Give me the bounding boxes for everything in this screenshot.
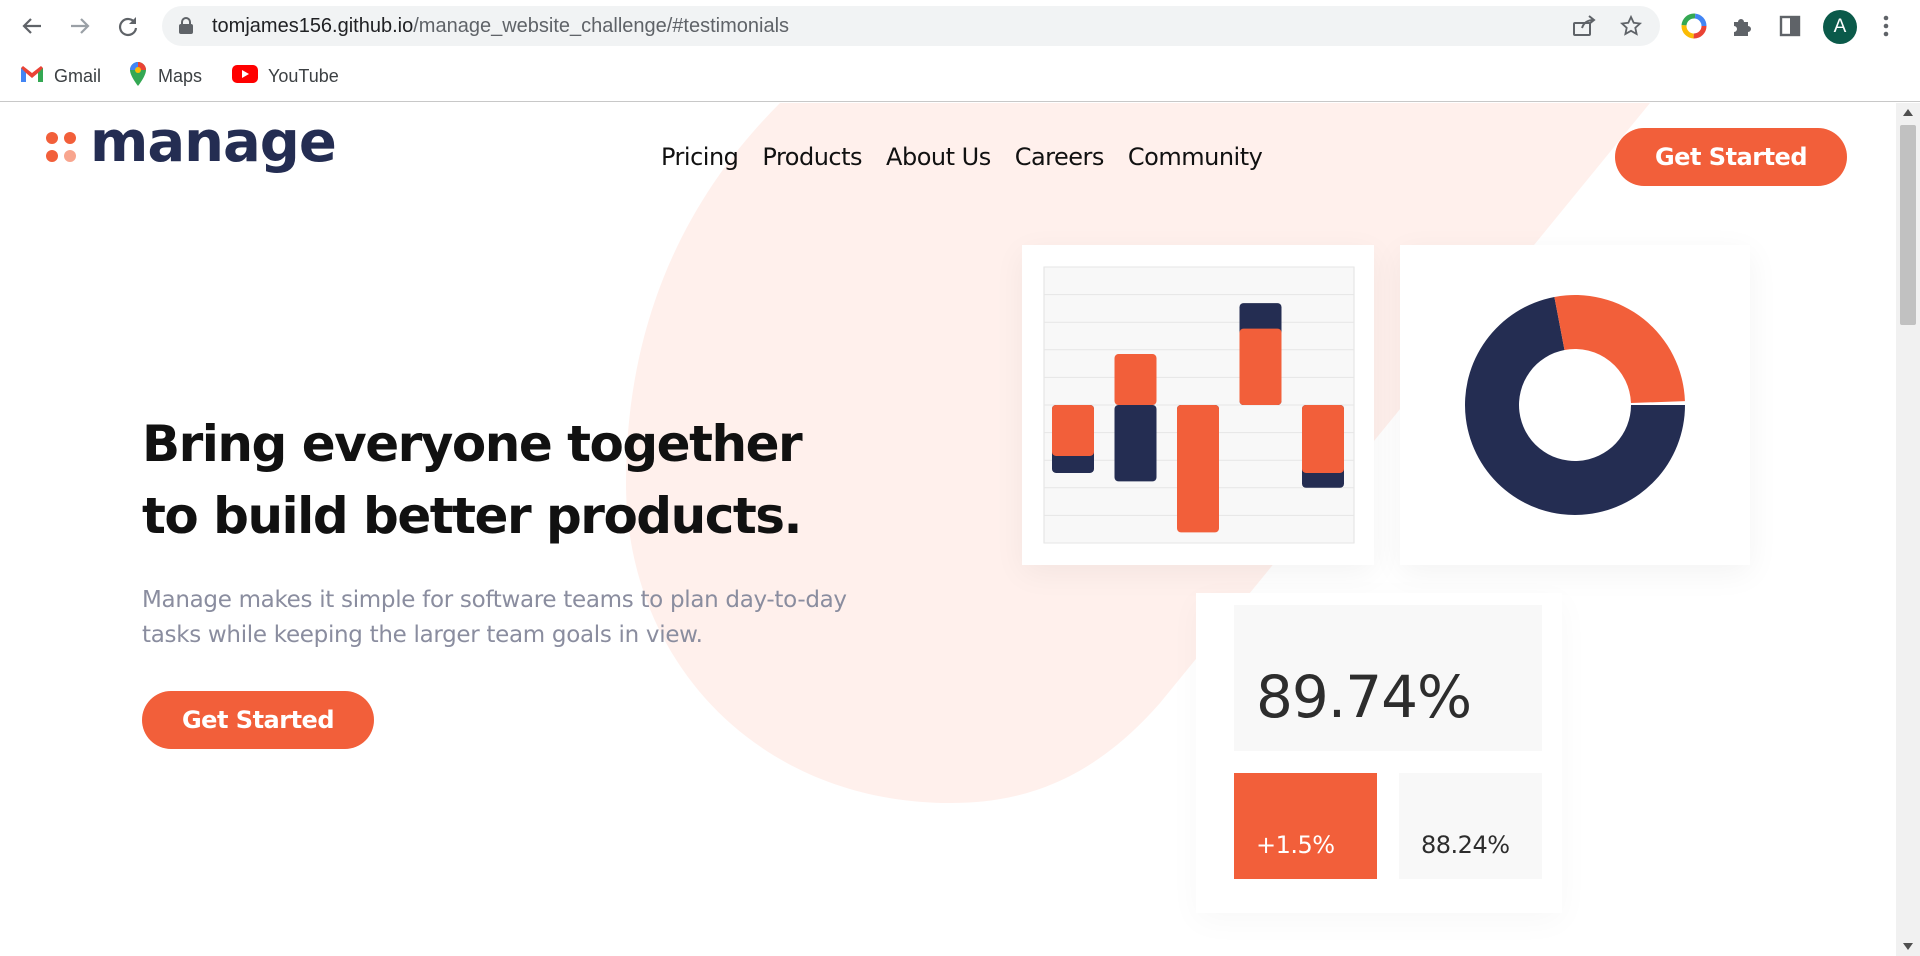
scroll-down-arrow-icon[interactable]: [1903, 943, 1913, 950]
nav-careers[interactable]: Careers: [1015, 143, 1105, 171]
bar-series-2-cat-2: [1114, 354, 1157, 405]
lock-icon[interactable]: [178, 17, 194, 39]
bar-series-2-cat-3: [1177, 405, 1219, 533]
site-nav: Pricing Products About Us Careers Commun…: [661, 143, 1263, 171]
bookmark-label: Maps: [158, 65, 203, 86]
back-icon[interactable]: [18, 12, 46, 40]
url-path: /manage_website_challenge/#testimonials: [413, 15, 790, 37]
nav-products[interactable]: Products: [762, 143, 862, 171]
bookmarks-bar: Gmail Maps YouTube: [0, 52, 1920, 102]
bar-chart: [1043, 266, 1355, 544]
bookmark-label: Gmail: [54, 65, 102, 86]
address-bar[interactable]: tomjames156.github.io/manage_website_cha…: [162, 6, 1660, 46]
secondary-stat-value: 88.24%: [1421, 831, 1510, 859]
bar-chart-card: [1022, 245, 1374, 565]
header-get-started-button[interactable]: Get Started: [1615, 128, 1847, 186]
hero-title: Bring everyone together to build better …: [142, 415, 803, 545]
maps-icon: [128, 61, 148, 92]
donut-slice-2: [1554, 295, 1685, 404]
hero-subtitle: Manage makes it simple for software team…: [142, 587, 847, 648]
reload-icon[interactable]: [114, 12, 142, 40]
nav-about-us[interactable]: About Us: [886, 143, 991, 171]
change-stat-value: +1.5%: [1256, 831, 1335, 859]
page-scrollbar[interactable]: [1896, 103, 1920, 956]
forward-icon[interactable]: [66, 12, 94, 40]
main-stat-box: 89.74%: [1234, 605, 1542, 751]
bookmark-label: YouTube: [268, 65, 339, 86]
nav-community[interactable]: Community: [1128, 143, 1263, 171]
main-stat-value: 89.74%: [1256, 663, 1472, 731]
bookmark-youtube[interactable]: YouTube: [232, 62, 339, 90]
logo-text: manage: [90, 110, 337, 175]
hero-get-started-button[interactable]: Get Started: [142, 691, 374, 749]
url-host: tomjames156.github.io: [212, 15, 414, 37]
profile-avatar[interactable]: A: [1823, 10, 1857, 44]
change-stat-box: +1.5%: [1234, 773, 1377, 879]
side-panel-icon[interactable]: [1776, 12, 1804, 40]
browser-toolbar: tomjames156.github.io/manage_website_cha…: [0, 0, 1920, 52]
secondary-stat-box: 88.24%: [1399, 773, 1542, 879]
nav-pricing[interactable]: Pricing: [661, 143, 739, 171]
gmail-icon: [20, 65, 44, 88]
url-text[interactable]: tomjames156.github.io/manage_website_cha…: [212, 15, 789, 38]
donut-chart: [1465, 295, 1685, 515]
share-icon[interactable]: [1572, 15, 1596, 41]
bar-series-2-cat-1: [1052, 405, 1094, 456]
star-icon[interactable]: [1619, 14, 1643, 41]
bar-series-1-cat-2: [1114, 405, 1157, 482]
page-viewport: manage Pricing Products About Us Careers…: [0, 103, 1896, 956]
bookmark-maps[interactable]: Maps: [128, 61, 203, 92]
logo-dots-icon: [46, 132, 76, 162]
bookmark-gmail[interactable]: Gmail: [20, 62, 101, 90]
scroll-up-arrow-icon[interactable]: [1903, 109, 1913, 116]
puzzle-extension-icon[interactable]: [1728, 12, 1756, 40]
bar-series-2-cat-5: [1302, 405, 1344, 473]
site-logo[interactable]: manage: [46, 115, 337, 171]
donut-chart-card: [1400, 245, 1750, 565]
color-extension-icon[interactable]: [1680, 12, 1708, 40]
kebab-menu-icon[interactable]: [1872, 12, 1900, 40]
bar-series-2-cat-4: [1239, 328, 1282, 405]
scrollbar-thumb[interactable]: [1900, 125, 1916, 325]
youtube-icon: [232, 64, 258, 88]
